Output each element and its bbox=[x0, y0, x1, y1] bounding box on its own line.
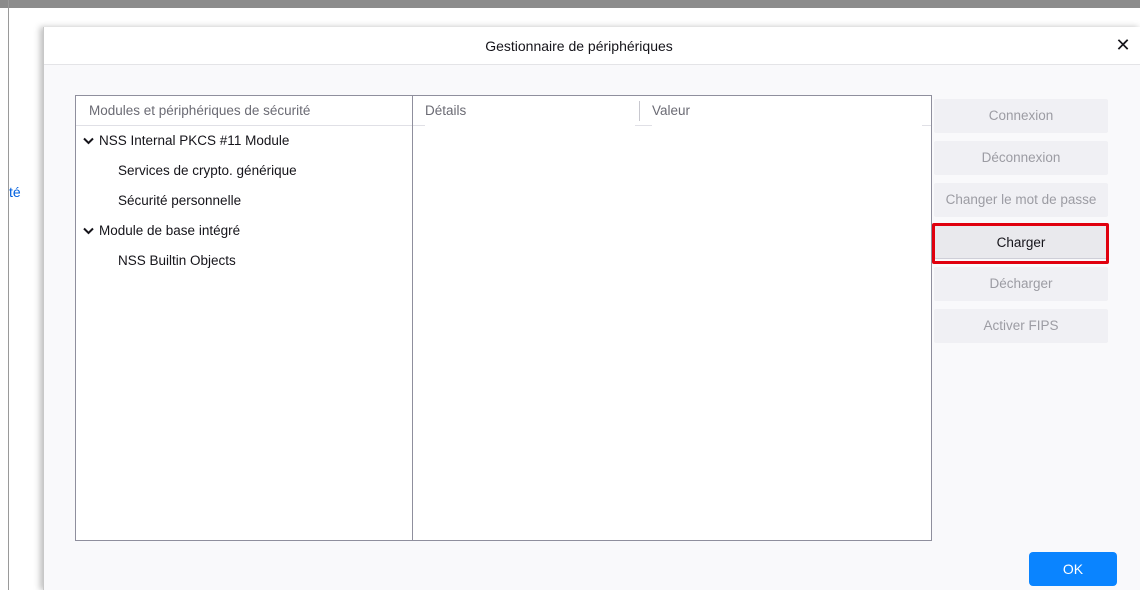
dialog-titlebar: Gestionnaire de périphériques ✕ bbox=[44, 27, 1140, 65]
tree-item-personal-security[interactable]: Sécurité personnelle bbox=[76, 186, 412, 216]
change-password-button[interactable]: Changer le mot de passe bbox=[934, 183, 1108, 217]
tree-item-builtin-module[interactable]: Module de base intégré bbox=[76, 216, 412, 246]
unload-button[interactable]: Décharger bbox=[934, 267, 1108, 301]
action-buttons: Connexion Déconnexion Changer le mot de … bbox=[934, 99, 1108, 351]
tree-item-label: NSS Internal PKCS #11 Module bbox=[99, 133, 290, 148]
load-button[interactable]: Charger bbox=[934, 225, 1108, 259]
connect-button[interactable]: Connexion bbox=[934, 99, 1108, 133]
tree-column-header[interactable]: Modules et périphériques de sécurité bbox=[76, 96, 412, 126]
tree-item-label: NSS Builtin Objects bbox=[118, 253, 236, 268]
tree-item-generic-crypto-services[interactable]: Services de crypto. générique bbox=[76, 156, 412, 186]
tree-item-label: Services de crypto. générique bbox=[118, 163, 297, 178]
security-modules-tree[interactable]: Modules et périphériques de sécurité NSS… bbox=[75, 95, 413, 541]
background-link-fragment: té bbox=[9, 184, 21, 200]
tree-rows: NSS Internal PKCS #11 Module Services de… bbox=[76, 126, 412, 276]
details-table[interactable]: Détails Valeur bbox=[412, 95, 932, 541]
background-divider bbox=[8, 0, 9, 590]
tree-item-nss-builtin-objects[interactable]: NSS Builtin Objects bbox=[76, 246, 412, 276]
ok-button[interactable]: OK bbox=[1029, 552, 1117, 586]
column-separator[interactable] bbox=[639, 101, 640, 121]
chevron-down-icon[interactable] bbox=[83, 126, 95, 156]
dialog-title: Gestionnaire de périphériques bbox=[485, 38, 673, 54]
device-manager-dialog: Gestionnaire de périphériques ✕ Modules … bbox=[43, 27, 1140, 590]
background-top-bar bbox=[0, 0, 1140, 8]
chevron-down-icon[interactable] bbox=[83, 216, 95, 246]
disconnect-button[interactable]: Déconnexion bbox=[934, 141, 1108, 175]
tree-item-nss-internal-module[interactable]: NSS Internal PKCS #11 Module bbox=[76, 126, 412, 156]
details-column-header[interactable]: Détails bbox=[425, 96, 635, 126]
background-page-strip bbox=[0, 8, 43, 590]
enable-fips-button[interactable]: Activer FIPS bbox=[934, 309, 1108, 343]
close-icon: ✕ bbox=[1115, 35, 1131, 55]
close-button[interactable]: ✕ bbox=[1111, 33, 1135, 57]
value-column-header[interactable]: Valeur bbox=[652, 96, 922, 126]
tree-item-label: Sécurité personnelle bbox=[118, 193, 242, 208]
tree-item-label: Module de base intégré bbox=[99, 223, 241, 238]
